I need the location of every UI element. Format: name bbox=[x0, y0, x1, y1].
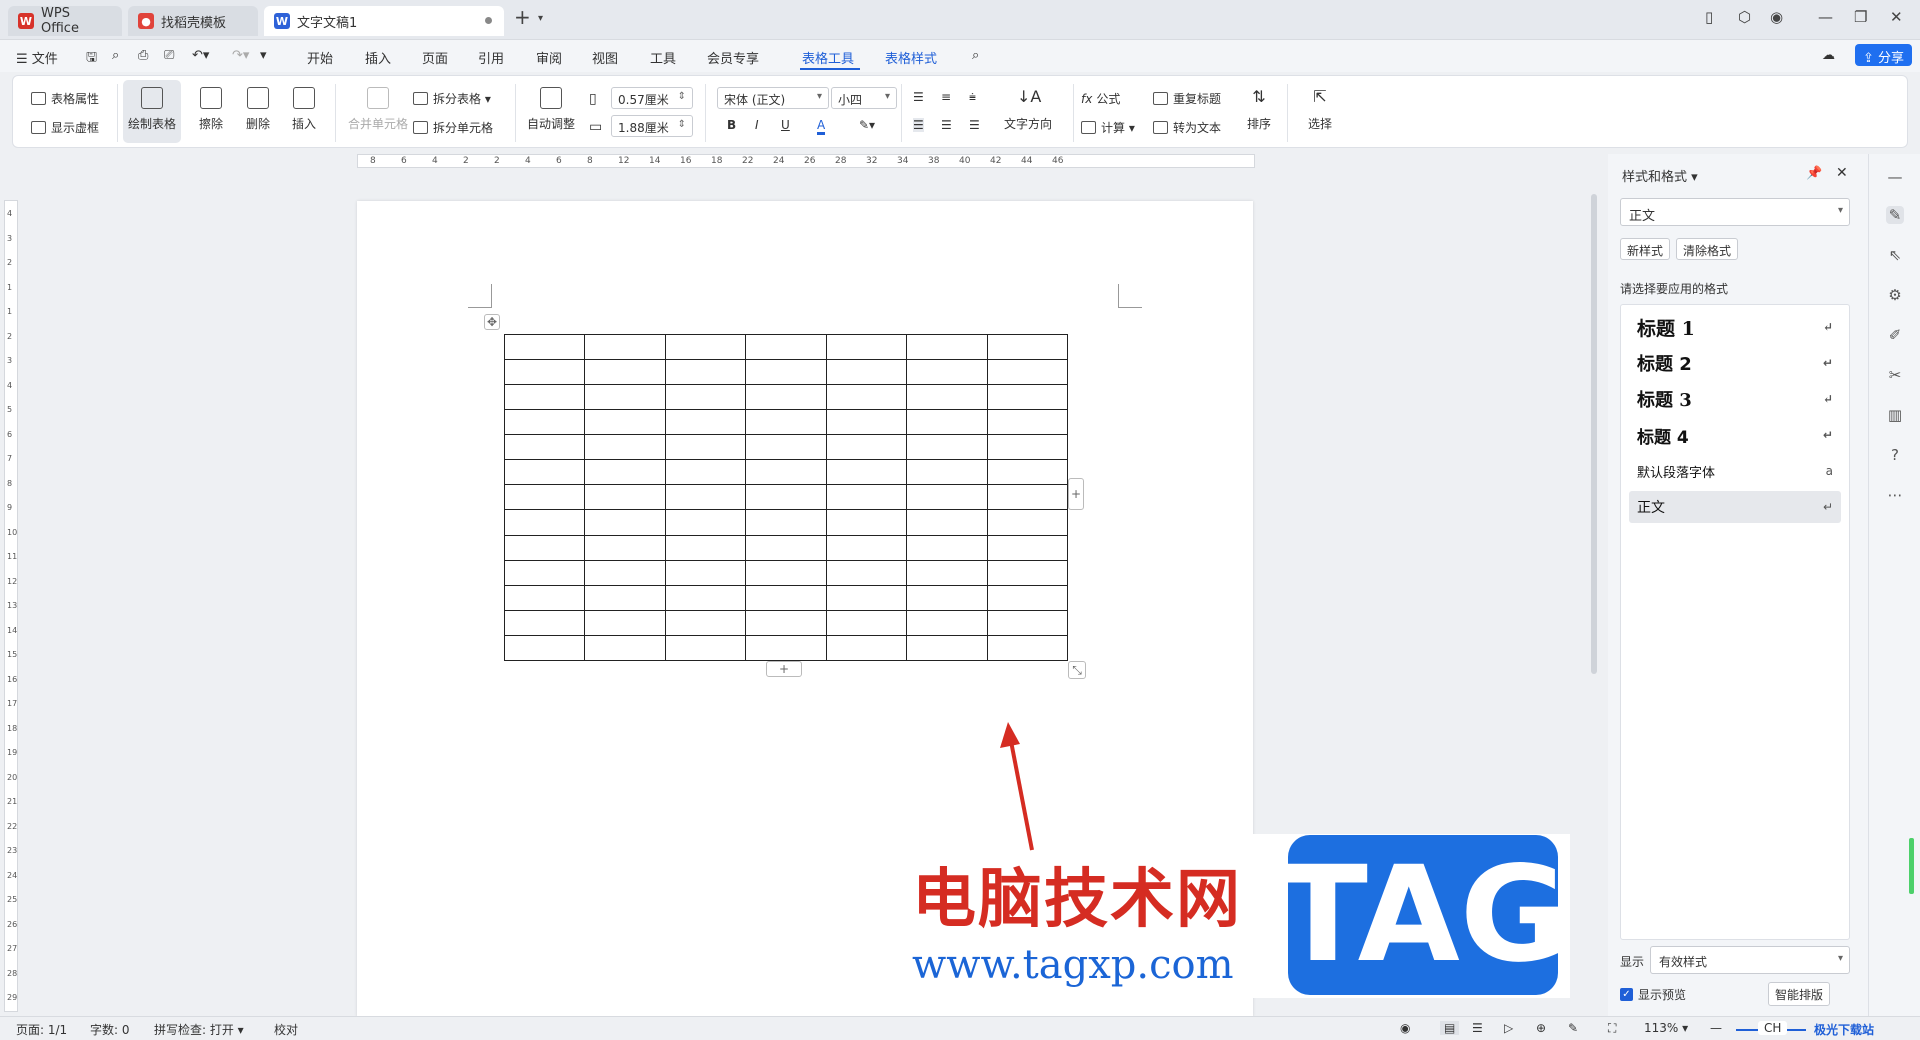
panel-title-label: 样式和格式 bbox=[1622, 170, 1688, 185]
proofread[interactable]: 校对 bbox=[274, 1021, 298, 1038]
status-bar: 页面: 1/1 字数: 0 拼写检查: 打开 ▾ 校对 ◉ ▤ ☰ ▷ ⊕ ✎ … bbox=[0, 1016, 1920, 1040]
show-filter-select[interactable]: 有效样式 ▾ bbox=[1650, 946, 1850, 974]
page-count[interactable]: 页面: 1/1 bbox=[16, 1021, 67, 1038]
style-hint: 请选择要应用的格式 bbox=[1620, 282, 1729, 296]
value: 有效样式 bbox=[1659, 955, 1708, 969]
chevron-down-icon: ▾ bbox=[1837, 953, 1843, 964]
smart-layout-button[interactable]: 智能排版 bbox=[1768, 982, 1831, 1006]
style-heading-4[interactable]: 标题 4 ↵ bbox=[1629, 419, 1841, 451]
adjust-icon[interactable]: ⚙ bbox=[1886, 286, 1904, 304]
play-icon[interactable]: ▷ bbox=[1504, 1021, 1513, 1035]
zoom-level[interactable]: 113% ▾ bbox=[1644, 1021, 1688, 1035]
style-pen-icon[interactable]: ✎ bbox=[1886, 206, 1904, 224]
return-icon: ↵ bbox=[1822, 500, 1833, 514]
style-normal[interactable]: 正文 ↵ bbox=[1629, 491, 1841, 523]
tools-icon[interactable]: ✂ bbox=[1886, 366, 1904, 384]
style-label: 标题 1 bbox=[1637, 317, 1695, 340]
label: 拼写检查: 打开 bbox=[154, 1023, 234, 1037]
watermark-url: www.tagxp.com bbox=[912, 942, 1234, 988]
checkbox-checked-icon: ✓ bbox=[1620, 988, 1633, 1001]
clear-format-button[interactable]: 清除格式 bbox=[1676, 238, 1739, 260]
right-sidebar: — ✎ ⇖ ⚙ ✐ ✂ ▥ ? ⋯ bbox=[1868, 154, 1920, 1016]
collapse-icon[interactable]: — bbox=[1886, 168, 1904, 186]
page-view-icon[interactable]: ▤ bbox=[1440, 1021, 1460, 1035]
style-label: 正文 bbox=[1637, 500, 1665, 516]
current-style-select[interactable]: 正文 ▾ bbox=[1620, 198, 1850, 226]
book-icon[interactable]: ▥ bbox=[1886, 406, 1904, 424]
zoom-out-button[interactable]: — bbox=[1710, 1021, 1722, 1035]
panel-close-icon[interactable]: ✕ bbox=[1836, 165, 1848, 181]
style-default-paragraph-font[interactable]: 默认段落字体 a bbox=[1629, 455, 1841, 487]
style-label: 标题 3 bbox=[1637, 390, 1692, 411]
panel-title[interactable]: 样式和格式 ▾ bbox=[1622, 166, 1698, 185]
watermark-text: 电脑技术网 bbox=[912, 863, 1242, 937]
label: 显示预览 bbox=[1638, 988, 1687, 1002]
return-icon: ↵ bbox=[1822, 428, 1833, 442]
style-label: 标题 2 bbox=[1637, 354, 1692, 375]
web-view-icon[interactable]: ⊕ bbox=[1536, 1021, 1546, 1035]
spell-check[interactable]: 拼写检查: 打开 ▾ bbox=[154, 1021, 244, 1038]
vertical-scrollbar[interactable] bbox=[1588, 154, 1600, 1014]
pin-icon[interactable]: 📌 bbox=[1806, 166, 1822, 181]
edit-doc-icon[interactable]: ✐ bbox=[1886, 326, 1904, 344]
style-list: 标题 1 ↵ 标题 2 ↵ 标题 3 ↵ 标题 4 ↵ 默认段落字体 a 正文 ↵ bbox=[1620, 304, 1850, 940]
site-badge: 极光下载站 bbox=[1814, 1023, 1875, 1037]
style-heading-3[interactable]: 标题 3 ↵ bbox=[1629, 383, 1841, 415]
chevron-down-icon: ▾ bbox=[1837, 205, 1843, 216]
more-icon[interactable]: ⋯ bbox=[1886, 486, 1904, 504]
tag-logo: TAG bbox=[1278, 835, 1568, 995]
select-cursor-icon[interactable]: ⇖ bbox=[1886, 246, 1904, 264]
value: 正文 bbox=[1629, 209, 1656, 224]
new-style-button[interactable]: 新样式 bbox=[1620, 238, 1671, 260]
style-heading-1[interactable]: 标题 1 ↵ bbox=[1629, 311, 1841, 343]
return-icon: ↵ bbox=[1822, 320, 1833, 334]
input-method[interactable]: CH bbox=[1758, 1021, 1788, 1035]
word-count[interactable]: 字数: 0 bbox=[90, 1021, 130, 1038]
return-icon: ↵ bbox=[1822, 392, 1833, 406]
progress-indicator bbox=[1909, 838, 1914, 894]
outline-view-icon[interactable]: ☰ bbox=[1472, 1021, 1483, 1035]
fit-page-icon[interactable]: ⛶ bbox=[1608, 1021, 1616, 1036]
return-icon: ↵ bbox=[1822, 356, 1833, 370]
style-label: 标题 4 bbox=[1637, 427, 1689, 448]
show-preview-checkbox[interactable]: ✓ 显示预览 bbox=[1620, 986, 1686, 1003]
style-heading-2[interactable]: 标题 2 ↵ bbox=[1629, 347, 1841, 379]
style-label: 默认段落字体 bbox=[1637, 465, 1716, 481]
scrollbar-thumb[interactable] bbox=[1591, 194, 1597, 674]
styles-panel: 样式和格式 ▾ 📌 ✕ 正文 ▾ 新样式 清除格式 请选择要应用的格式 标题 1 ↵… bbox=[1608, 154, 1868, 1016]
pen-icon[interactable]: ✎ bbox=[1568, 1021, 1578, 1035]
value: 113% bbox=[1644, 1021, 1679, 1035]
eye-icon[interactable]: ◉ bbox=[1400, 1021, 1410, 1035]
show-label: 显示 bbox=[1620, 955, 1645, 969]
char-style-icon: a bbox=[1825, 464, 1833, 478]
help-icon[interactable]: ? bbox=[1886, 446, 1904, 464]
